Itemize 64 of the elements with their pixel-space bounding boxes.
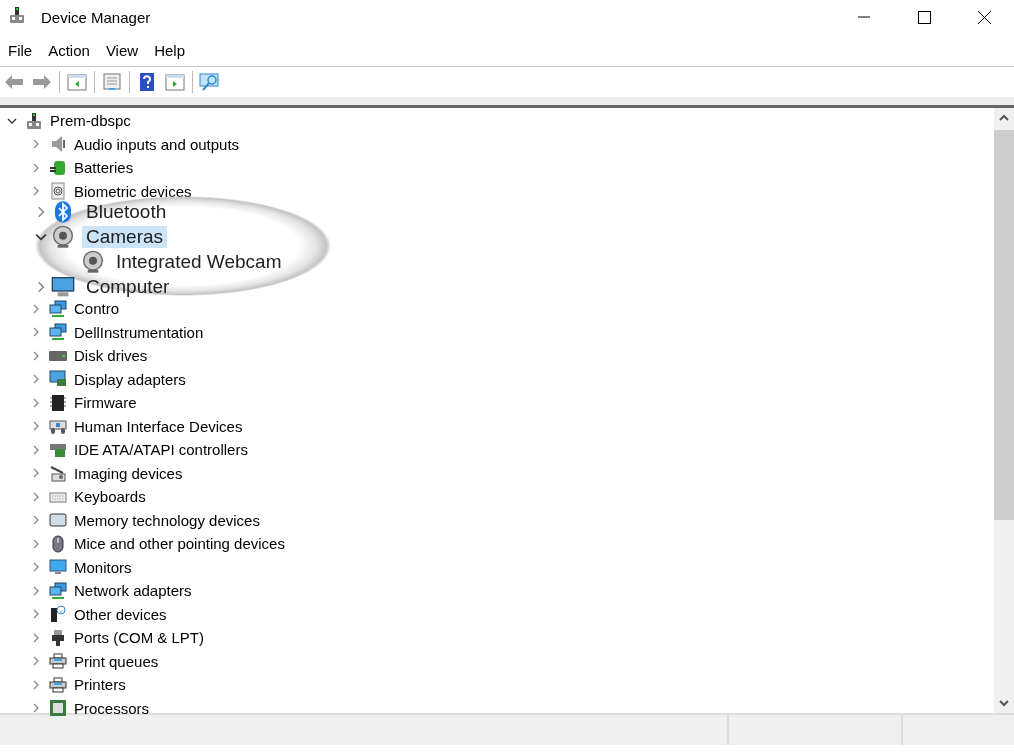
scanner-icon [49, 464, 67, 483]
scroll-thumb[interactable] [994, 130, 1014, 520]
tree-item[interactable]: Other devices [74, 605, 167, 623]
printer-icon [49, 675, 67, 694]
tree-item[interactable]: Prem-dbspc [50, 112, 131, 130]
processor-icon [49, 699, 67, 718]
close-icon[interactable] [977, 10, 991, 24]
battery-icon [49, 158, 67, 177]
tree-item[interactable]: Integrated Webcam [112, 250, 286, 273]
port-icon [49, 628, 67, 647]
tree-item[interactable]: Print queues [74, 652, 159, 670]
network-icon [49, 581, 67, 600]
tree-item[interactable]: Monitors [74, 558, 132, 576]
tree-item[interactable]: Batteries [74, 159, 134, 177]
update-driver-button[interactable] [164, 71, 186, 93]
chip-icon [49, 393, 67, 412]
tree-item[interactable]: Biometric devices [74, 182, 192, 200]
tree-item[interactable]: Network adapters [74, 582, 192, 600]
tree-item[interactable]: Processors [74, 699, 150, 717]
monitor-icon [49, 558, 67, 577]
tree-item[interactable]: Cameras [82, 225, 168, 248]
menu-item[interactable]: Help [148, 41, 191, 59]
tree-item[interactable]: Imaging devices [74, 464, 183, 482]
maximize-icon[interactable] [917, 10, 931, 24]
tree-item[interactable]: IDE ATA/ATAPI controllers [74, 441, 248, 459]
unknown-device-icon [49, 605, 67, 624]
window-title: Device Manager [41, 8, 152, 26]
tree-item[interactable]: Ports (COM & LPT) [74, 629, 204, 647]
webcam-icon [51, 224, 75, 249]
scroll-down-icon[interactable] [999, 699, 1009, 707]
tree-item[interactable]: DellInstrumentation [74, 323, 204, 341]
scan-hardware-button[interactable] [199, 71, 221, 93]
network-icon [49, 323, 67, 342]
computer-icon [25, 111, 43, 130]
scrollbar[interactable] [994, 108, 1014, 713]
memory-card-icon [49, 511, 67, 530]
tree-item[interactable]: Mice and other pointing devices [74, 535, 285, 553]
tree-item[interactable]: Bluetooth [82, 200, 171, 223]
tree-item[interactable]: Keyboards [74, 488, 146, 506]
tree-item[interactable]: Contro [74, 300, 120, 318]
tree-item[interactable]: Human Interface Devices [74, 417, 243, 435]
tree-item[interactable]: Display adapters [74, 370, 186, 388]
tree-item[interactable]: Firmware [74, 394, 137, 412]
tree-item[interactable]: Memory technology devices [74, 511, 260, 529]
webcam-icon [81, 249, 105, 274]
properties-button[interactable] [101, 71, 123, 93]
speaker-icon [49, 135, 67, 154]
tree-item[interactable]: Audio inputs and outputs [74, 135, 240, 153]
menu-item[interactable]: Action [42, 41, 96, 59]
show-hide-tree-button[interactable] [66, 71, 88, 93]
menu-item[interactable]: View [99, 41, 145, 59]
network-icon [49, 299, 67, 318]
scroll-up-icon[interactable] [999, 114, 1009, 122]
printer-icon [49, 652, 67, 671]
computer-icon [8, 6, 26, 24]
tree-item[interactable]: Disk drives [74, 347, 148, 365]
mouse-icon [49, 534, 67, 553]
menu-item[interactable]: File [2, 41, 39, 59]
tree-item[interactable]: Printers [74, 676, 126, 694]
fingerprint-icon [49, 182, 67, 201]
monitor-icon [51, 274, 75, 299]
display-adapter-icon [49, 370, 67, 389]
keyboard-mouse-icon [49, 417, 67, 436]
tree-item[interactable]: Computer [82, 275, 174, 298]
